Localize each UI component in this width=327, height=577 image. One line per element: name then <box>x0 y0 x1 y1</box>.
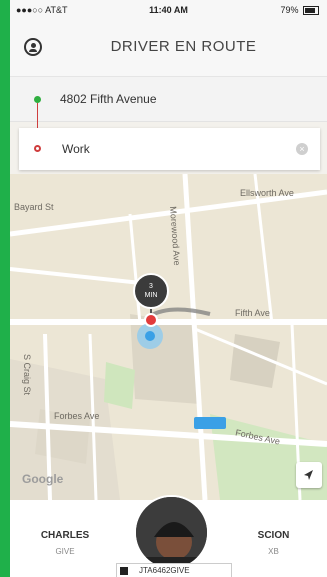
pickup-address: 4802 Fifth Avenue <box>60 92 157 106</box>
street-label: Fifth Ave <box>235 308 270 318</box>
driver-last-name: GIVE <box>55 547 75 556</box>
street-label: Ellsworth Ave <box>240 188 294 198</box>
vehicle-make: SCION <box>257 530 290 541</box>
phone-screen: ●●●○○ AT&T 11:40 AM 79% DRIVER EN ROUTE … <box>10 0 327 577</box>
driver-first-name: CHARLES <box>40 530 90 541</box>
app-header: DRIVER EN ROUTE <box>10 20 327 77</box>
plate-number: JTA6462GIVE <box>139 566 190 575</box>
battery-label: 79% <box>280 5 299 15</box>
eta-badge: 3 MIN <box>133 273 169 309</box>
street-label: S Craig St <box>22 354 32 396</box>
clock: 11:40 AM <box>149 5 188 15</box>
map-view[interactable]: Ellsworth Ave Bayard St Morewood Ave Fif… <box>10 174 327 500</box>
destination-label: Work <box>62 142 90 156</box>
driver-avatar[interactable] <box>134 495 209 570</box>
battery-indicator: 79% <box>280 5 319 16</box>
pickup-row[interactable]: 4802 Fifth Avenue <box>10 77 327 153</box>
status-bar: ●●●○○ AT&T 11:40 AM 79% <box>10 0 327 20</box>
license-plate: JTA6462GIVE <box>116 563 232 577</box>
battery-icon <box>303 6 319 16</box>
street-label: Bayard St <box>14 202 54 212</box>
street-label: Forbes Ave <box>54 411 100 421</box>
destination-dot-icon <box>34 145 41 152</box>
destination-row[interactable]: Work × <box>19 128 320 170</box>
page-title: DRIVER EN ROUTE <box>110 38 257 55</box>
map-attribution: Google <box>22 472 64 486</box>
clear-destination-icon[interactable]: × <box>296 143 308 155</box>
pickup-pin-icon <box>144 313 158 327</box>
pickup-dot-icon <box>34 96 41 103</box>
location-arrow-icon[interactable] <box>296 462 322 488</box>
plate-icon <box>120 567 128 575</box>
vehicle-model: XB <box>268 547 279 556</box>
profile-icon[interactable] <box>24 38 42 56</box>
eta-unit: MIN <box>144 292 158 299</box>
eta-value: 3 <box>149 283 153 290</box>
